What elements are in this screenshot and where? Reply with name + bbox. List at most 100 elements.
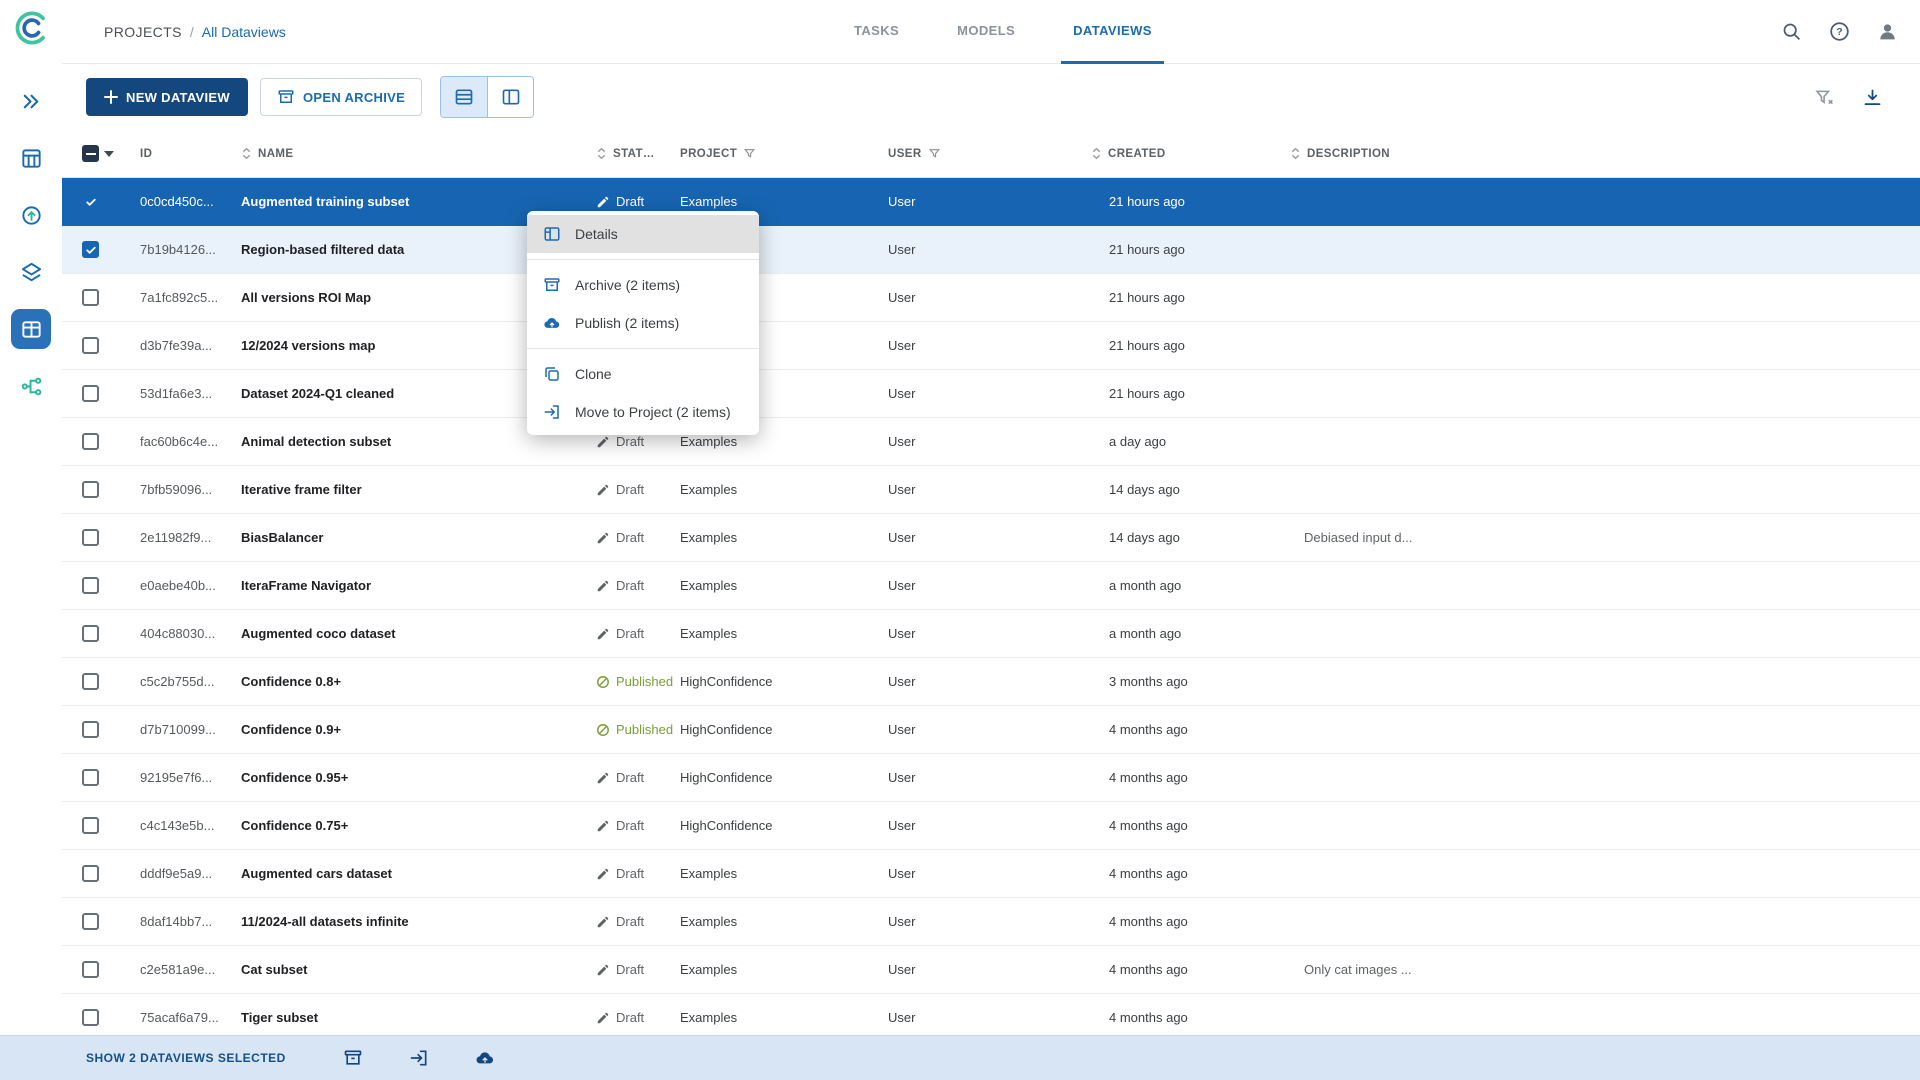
clearml-logo-icon[interactable] bbox=[13, 10, 49, 46]
download-icon[interactable] bbox=[1860, 85, 1884, 109]
table-row[interactable]: 7b19b4126... Region-based filtered data … bbox=[62, 226, 1920, 274]
row-checkbox-cell bbox=[62, 961, 122, 978]
row-checkbox[interactable] bbox=[82, 865, 99, 882]
row-checkbox[interactable] bbox=[82, 481, 99, 498]
table-row[interactable]: d7b710099... Confidence 0.9+ Published H… bbox=[62, 706, 1920, 754]
row-checkbox[interactable] bbox=[82, 817, 99, 834]
tab-dataviews[interactable]: DATAVIEWS bbox=[1061, 0, 1164, 64]
table-row[interactable]: 7bfb59096... Iterative frame filter Draf… bbox=[62, 466, 1920, 514]
table-row[interactable]: d3b7fe39a... 12/2024 versions map User 2… bbox=[62, 322, 1920, 370]
sort-icon[interactable] bbox=[1091, 147, 1102, 160]
sort-icon[interactable] bbox=[241, 147, 252, 160]
row-checkbox[interactable] bbox=[82, 241, 99, 258]
new-dataview-button[interactable]: NEW DATAVIEW bbox=[86, 78, 248, 116]
row-user: User bbox=[882, 674, 1085, 689]
sort-icon[interactable] bbox=[596, 147, 607, 160]
draft-pencil-icon bbox=[596, 771, 610, 785]
table-view-button[interactable] bbox=[441, 77, 487, 117]
column-header-created[interactable]: CREATED bbox=[1085, 147, 1286, 160]
row-user: User bbox=[882, 290, 1085, 305]
menu-item-clone[interactable]: Clone bbox=[527, 355, 759, 393]
quick-start-icon[interactable] bbox=[18, 88, 44, 114]
move-to-project-icon bbox=[543, 403, 561, 421]
publish-selected-button[interactable] bbox=[474, 1047, 496, 1069]
row-user: User bbox=[882, 962, 1085, 977]
row-name: BiasBalancer bbox=[237, 530, 592, 545]
column-header-name[interactable]: NAME bbox=[237, 147, 592, 160]
search-icon[interactable] bbox=[1778, 19, 1804, 45]
table-row[interactable]: 404c88030... Augmented coco dataset Draf… bbox=[62, 610, 1920, 658]
row-project: HighConfidence bbox=[674, 818, 882, 833]
table-row[interactable]: 7a1fc892c5... All versions ROI Map User … bbox=[62, 274, 1920, 322]
top-actions: ? bbox=[1778, 19, 1900, 45]
view-mode-toggle bbox=[440, 76, 534, 118]
filter-icon[interactable] bbox=[743, 147, 756, 160]
row-checkbox[interactable] bbox=[82, 433, 99, 450]
table-row[interactable]: dddf9e5a9... Augmented cars dataset Draf… bbox=[62, 850, 1920, 898]
clear-filters-icon[interactable] bbox=[1812, 85, 1836, 109]
menu-item-details[interactable]: Details bbox=[527, 215, 759, 253]
row-checkbox[interactable] bbox=[82, 289, 99, 306]
user-avatar-icon[interactable] bbox=[1874, 19, 1900, 45]
table-row[interactable]: 53d1fa6e3... Dataset 2024-Q1 cleaned Use… bbox=[62, 370, 1920, 418]
help-icon[interactable]: ? bbox=[1826, 19, 1852, 45]
move-selected-button[interactable] bbox=[408, 1047, 430, 1069]
dataviews-icon[interactable] bbox=[11, 309, 51, 349]
table-row[interactable]: c5c2b755d... Confidence 0.8+ Published H… bbox=[62, 658, 1920, 706]
table-row[interactable]: c2e581a9e... Cat subset Draft Examples U… bbox=[62, 946, 1920, 994]
menu-item-publish[interactable]: Publish (2 items) bbox=[527, 304, 759, 342]
tab-models[interactable]: MODELS bbox=[945, 0, 1027, 64]
table-row[interactable]: 0c0cd450c... Augmented training subset D… bbox=[62, 178, 1920, 226]
show-selected-toggle[interactable]: SHOW 2 DATAVIEWS SELECTED bbox=[86, 1051, 286, 1065]
row-project: HighConfidence bbox=[674, 722, 882, 737]
breadcrumb-all-dataviews[interactable]: All Dataviews bbox=[202, 24, 286, 40]
row-user: User bbox=[882, 866, 1085, 881]
sort-icon[interactable] bbox=[1290, 147, 1301, 160]
publish-cloud-icon bbox=[543, 314, 561, 332]
row-checkbox[interactable] bbox=[82, 769, 99, 786]
selection-menu-caret-icon[interactable] bbox=[104, 148, 114, 160]
breadcrumb-projects[interactable]: PROJECTS bbox=[104, 24, 182, 40]
row-checkbox[interactable] bbox=[82, 721, 99, 738]
split-view-button[interactable] bbox=[487, 77, 533, 117]
table-row[interactable]: 92195e7f6... Confidence 0.95+ Draft High… bbox=[62, 754, 1920, 802]
select-all-checkbox[interactable] bbox=[82, 145, 99, 162]
column-header-user[interactable]: USER bbox=[882, 147, 1085, 160]
row-checkbox[interactable] bbox=[82, 673, 99, 690]
row-checkbox[interactable] bbox=[82, 913, 99, 930]
table-row[interactable]: 2e11982f9... BiasBalancer Draft Examples… bbox=[62, 514, 1920, 562]
dataviews-toolbar: NEW DATAVIEW OPEN ARCHIVE bbox=[62, 64, 1920, 130]
row-checkbox[interactable] bbox=[82, 337, 99, 354]
datasets-layers-icon[interactable] bbox=[18, 259, 44, 285]
table-row[interactable]: c4c143e5b... Confidence 0.75+ Draft High… bbox=[62, 802, 1920, 850]
row-checkbox[interactable] bbox=[82, 1009, 99, 1026]
menu-item-move-to-project[interactable]: Move to Project (2 items) bbox=[527, 393, 759, 431]
column-header-id[interactable]: ID bbox=[122, 148, 237, 160]
row-checkbox[interactable] bbox=[82, 577, 99, 594]
column-header-status[interactable]: STATUS bbox=[592, 147, 674, 160]
row-checkbox[interactable] bbox=[82, 193, 99, 210]
row-user: User bbox=[882, 194, 1085, 209]
row-status: Draft bbox=[592, 914, 674, 929]
row-checkbox[interactable] bbox=[82, 961, 99, 978]
archive-selected-button[interactable] bbox=[342, 1047, 364, 1069]
row-project: Examples bbox=[674, 962, 882, 977]
column-header-description[interactable]: DESCRIPTION bbox=[1286, 147, 1920, 160]
deploy-icon[interactable] bbox=[18, 202, 44, 228]
column-header-project[interactable]: PROJECT bbox=[674, 147, 882, 160]
row-checkbox[interactable] bbox=[82, 529, 99, 546]
row-checkbox[interactable] bbox=[82, 385, 99, 402]
open-archive-button[interactable]: OPEN ARCHIVE bbox=[260, 78, 422, 116]
row-checkbox[interactable] bbox=[82, 625, 99, 642]
tab-tasks[interactable]: TASKS bbox=[842, 0, 911, 64]
filter-icon[interactable] bbox=[928, 147, 941, 160]
pipelines-icon[interactable] bbox=[18, 373, 44, 399]
table-row[interactable]: 8daf14bb7... 11/2024-all datasets infini… bbox=[62, 898, 1920, 946]
table-row[interactable]: e0aebe40b... IteraFrame Navigator Draft … bbox=[62, 562, 1920, 610]
row-name: 11/2024-all datasets infinite bbox=[237, 914, 592, 929]
table-row[interactable]: fac60b6c4e... Animal detection subset Dr… bbox=[62, 418, 1920, 466]
menu-item-archive[interactable]: Archive (2 items) bbox=[527, 266, 759, 304]
row-user: User bbox=[882, 530, 1085, 545]
projects-grid-icon[interactable] bbox=[18, 145, 44, 171]
row-id: 404c88030... bbox=[122, 626, 237, 641]
